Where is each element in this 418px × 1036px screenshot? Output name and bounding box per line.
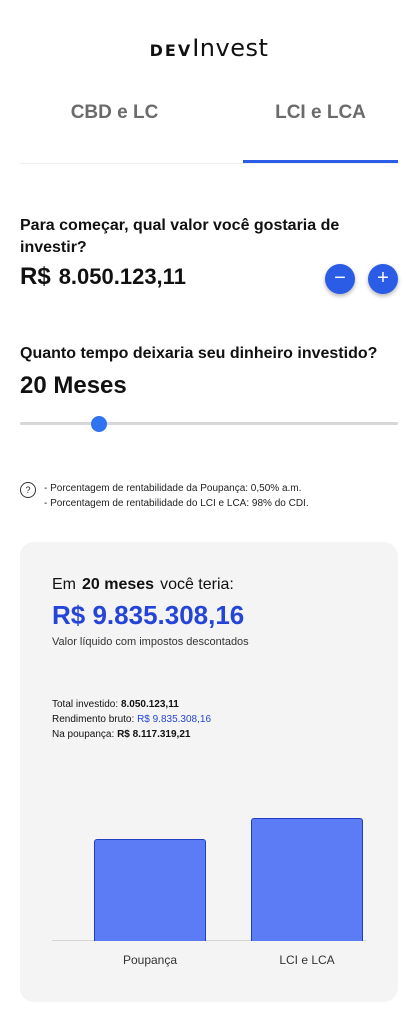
result-suffix: você teria: <box>160 576 234 593</box>
currency-symbol: R$ <box>20 263 51 290</box>
duration-value: 20 Meses <box>20 372 127 399</box>
info-line-savings: - Porcentagem de rentabilidade da Poupan… <box>44 483 302 494</box>
logo-dev-text: DEV <box>149 41 193 60</box>
duration-question: Quanto tempo deixaria seu dinheiro inves… <box>20 345 378 362</box>
investment-question: Para começar, qual valor você gostaria d… <box>20 217 340 256</box>
investment-amount[interactable]: R$ 8.050.123,11 <box>20 263 186 291</box>
result-card: Em 20 meses você teria: R$ 9.835.308,16 Va… <box>20 542 398 1002</box>
plus-icon: + <box>377 267 389 289</box>
chart-bar <box>251 817 363 941</box>
active-tab-indicator <box>243 160 398 163</box>
result-prefix: Em <box>52 576 76 593</box>
gross-yield-label: Rendimento bruto: <box>52 714 135 725</box>
detail-gross-yield: Rendimento bruto: R$ 9.835.308,16 <box>52 714 211 725</box>
tab-cbd-lc[interactable]: CBD e LC <box>20 102 209 164</box>
result-subtitle: Valor líquido com impostos descontados <box>52 636 249 648</box>
logo-invest-text: Invest <box>192 34 269 62</box>
savings-label: Na poupança: <box>52 729 115 740</box>
result-heading: Em 20 meses você teria: <box>52 576 234 594</box>
result-months: 20 meses <box>82 576 155 593</box>
tab-bar: CBD e LC LCI e LCA <box>20 96 398 164</box>
gross-yield-value: R$ 9.835.308,16 <box>137 714 212 725</box>
duration-slider-thumb[interactable] <box>91 416 108 432</box>
decrease-amount-button[interactable]: − <box>325 264 355 294</box>
duration-slider-track[interactable] <box>20 422 398 425</box>
chart-bar <box>94 839 206 941</box>
help-icon[interactable]: ? <box>20 482 36 498</box>
detail-savings: Na poupança: R$ 8.117.319,21 <box>52 729 190 740</box>
detail-total-invested: Total investido: 8.050.123,11 <box>52 699 179 710</box>
total-invested-label: Total investido: <box>52 699 119 710</box>
total-invested-value: 8.050.123,11 <box>120 699 179 710</box>
app-logo: DEVInvest <box>0 34 418 62</box>
result-total: R$ 9.835.308,16 <box>52 600 245 630</box>
amount-value: 8.050.123,11 <box>58 264 186 289</box>
increase-amount-button[interactable]: + <box>368 264 398 294</box>
info-line-lci: - Porcentagem de rentabilidade do LCI e … <box>44 498 309 509</box>
tab-lci-lca[interactable]: LCI e LCA <box>243 102 398 164</box>
comparison-bar-chart: Poupança LCI e LCA <box>52 792 366 977</box>
savings-value: R$ 8.117.319,21 <box>117 729 191 740</box>
chart-x-label: Poupança <box>122 953 178 967</box>
minus-icon: − <box>334 267 346 289</box>
chart-x-label: LCI e LCA <box>279 953 335 967</box>
